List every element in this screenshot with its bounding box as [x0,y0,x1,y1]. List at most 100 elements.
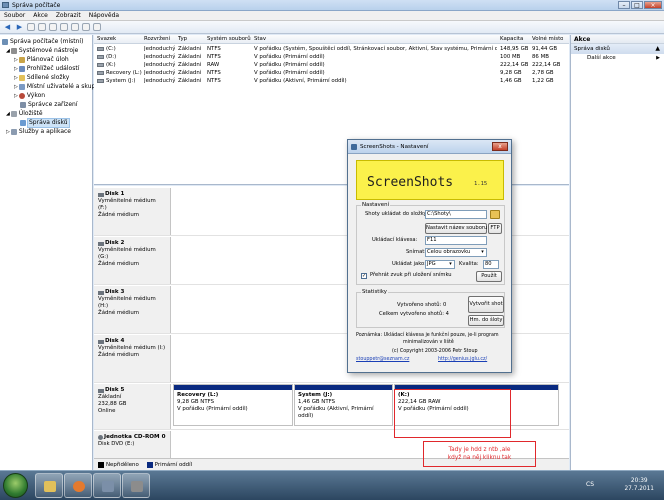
app-banner: ScreenShots 1.15 [356,160,504,200]
actions-panel: Akce Správa disků ▲ Další akce ▶ [570,35,664,470]
refresh-icon[interactable] [71,23,79,31]
tree-shared-folders[interactable]: ▷ Sdílené složky [14,74,69,82]
column-type[interactable]: Typ [178,35,187,43]
legend-swatch [146,461,153,468]
clock[interactable]: 20:39 27.7.2011 [624,477,654,493]
volume-icon [97,62,104,67]
tree-computer-management[interactable]: Správa počítače (místní) [2,38,83,46]
column-filesystem[interactable]: Systém souborů [207,35,251,43]
collapse-arrow-icon[interactable]: ▷ [14,74,18,82]
tree-device-manager[interactable]: Správce zařízení [20,101,77,109]
disk-info: Disk 5 Základní 232,88 GB Online [94,384,171,429]
quality-input[interactable]: 80 [483,260,499,269]
disk-icon [98,290,104,295]
volume-icon [97,78,104,83]
system-tray: CS 20:39 27.7.2011 [564,471,664,500]
properties-icon[interactable] [38,23,46,31]
apply-button[interactable]: Použít [476,271,502,282]
collapse-arrow-icon[interactable]: ▷ [14,83,18,91]
storage-icon [10,111,17,117]
actions-section-disk-management[interactable]: Správa disků ▲ [571,44,664,54]
folder-browse-icon[interactable] [490,210,500,219]
tree-disk-management[interactable]: Správa disků [20,118,70,128]
maximize-button[interactable]: □ [631,1,643,9]
actions-more[interactable]: Další akce ▶ [571,54,664,63]
chevron-down-icon: ▾ [449,261,452,267]
note-line-2: minimalizován v liště [403,340,454,345]
expand-arrow-icon[interactable]: ◢ [6,110,10,118]
close-button[interactable]: × [644,1,662,9]
tree-task-scheduler[interactable]: ▷ Plánovač úloh [14,56,69,64]
tree-event-viewer[interactable]: ▷ Prohlížeč událostí [14,65,79,73]
volume-icon [97,46,104,51]
partition-recovery[interactable]: Recovery (L:) 9,28 GB NTFS V pořádku (Pr… [173,384,293,426]
collapse-arrow-icon[interactable]: ▷ [14,56,18,64]
tree-system-tools[interactable]: ◢ Systémové nástroje [6,47,78,55]
performance-icon [18,93,25,99]
format-select[interactable]: JPG ▾ [425,260,455,269]
menu-help[interactable]: Nápověda [85,11,123,20]
taskbar-computer-management[interactable] [93,473,121,498]
menu-bar: Soubor Akce Zobrazit Nápověda [0,11,664,21]
collapse-arrow-icon[interactable]: ▲ [655,44,660,54]
folder-button[interactable]: Hm. do šloty [468,315,504,326]
title-bar: Správa počítače – □ × [0,0,664,11]
device-manager-icon [20,102,26,108]
volume-icon [97,70,104,75]
play-sound-checkbox[interactable]: ✓ [361,273,367,279]
taskbar-explorer[interactable] [35,473,63,498]
column-volume[interactable]: Svazek [97,35,116,43]
annotation-line-1: Tady je hdd z ntb ,ale [448,447,511,453]
show-hide-tree-icon[interactable] [27,23,35,31]
disk-icon [98,388,104,393]
hotkey-label: Ukládací klávesa: [372,237,418,243]
column-layout[interactable]: Rozvržení [144,35,170,43]
help-icon[interactable] [49,23,57,31]
disk-icon [98,339,104,344]
hotkey-input[interactable]: F11 [425,236,487,245]
ftp-button[interactable]: FTP [488,223,502,234]
dialog-close-button[interactable]: x [492,142,508,151]
menu-action[interactable]: Akce [29,11,52,20]
menu-file[interactable]: Soubor [0,11,29,20]
users-icon [18,84,25,90]
collapse-arrow-icon[interactable]: ▷ [14,65,18,73]
save-folder-input[interactable]: C:\Shoty\ [425,210,487,219]
column-status[interactable]: Stav [254,35,266,43]
minimize-button[interactable]: – [618,1,630,9]
delete-icon[interactable] [82,23,90,31]
tree-performance[interactable]: ▷ Výkon [14,92,45,100]
web-link[interactable]: http://genius.jglu.cz/ [438,356,487,363]
screenshots-settings-dialog: ScreenShots - Nastavení x ScreenShots 1.… [347,139,512,373]
tree-local-users[interactable]: ▷ Místní uživatelé a skupi [14,83,97,91]
set-filename-button[interactable]: Nastavit název souboru [425,223,487,234]
collapse-arrow-icon[interactable]: ▷ [14,92,18,100]
annotation-highlight-box [394,389,511,438]
capture-select[interactable]: Celou obrazovku ▾ [425,248,487,257]
collapse-arrow-icon[interactable]: ▷ [6,128,10,136]
start-button[interactable] [3,473,28,498]
tree-services-apps[interactable]: ▷ Služby a aplikace [6,128,71,136]
taskbar-screenshots[interactable] [122,473,150,498]
screenshots-app-icon [351,144,357,150]
view-icon[interactable] [60,23,68,31]
media-player-icon [73,481,85,492]
forward-arrow-icon[interactable]: ▶ [15,23,24,32]
create-shot-button[interactable]: Vytvořit shot [468,296,504,313]
dialog-title-bar: ScreenShots - Nastavení x [348,140,511,154]
cd-rom-icon [98,435,103,440]
back-arrow-icon[interactable]: ◀ [3,23,12,32]
column-free-space[interactable]: Volné místo [532,35,563,43]
email-link[interactable]: stouppetr@seznam.cz [356,356,409,363]
export-icon[interactable] [93,23,101,31]
language-indicator[interactable]: CS [586,481,594,488]
tree-storage[interactable]: ◢ Úložiště [6,110,43,118]
expand-arrow-icon[interactable]: ◢ [6,47,10,55]
menu-view[interactable]: Zobrazit [52,11,85,20]
chevron-right-icon: ▶ [656,55,660,61]
legend-primary: Primární oddíl [146,461,192,468]
taskbar-media-player[interactable] [64,473,92,498]
partition-system[interactable]: System (J:) 1,46 GB NTFS V pořádku (Akti… [294,384,393,426]
column-capacity[interactable]: Kapacita [500,35,523,43]
save-folder-label: Shoty ukládat do složky: [365,211,428,217]
